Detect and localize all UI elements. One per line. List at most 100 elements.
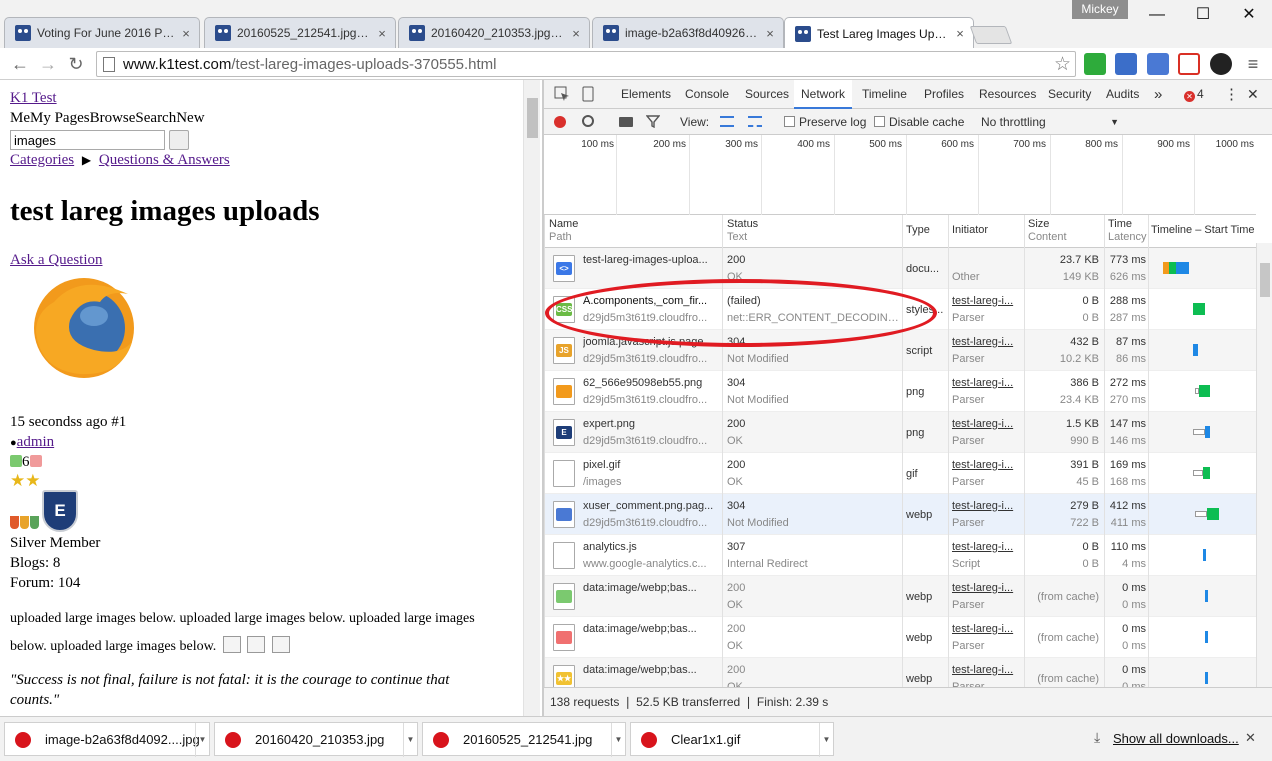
table-row[interactable]: data:image/webp;bas... 200 OK webp test-lare…: [545, 576, 1256, 617]
download-item[interactable]: image-b2a63f8d4092....jpg ▼: [4, 722, 210, 757]
tab-timeline[interactable]: Timeline: [862, 80, 907, 109]
tab-audits[interactable]: Audits: [1106, 80, 1139, 109]
table-row[interactable]: CSS A.components,_com_fir... d29jd5m3t61t9…: [545, 289, 1256, 330]
request-initiator[interactable]: test-lareg-i...: [952, 377, 1022, 389]
download-menu-arrow-icon[interactable]: ▼: [611, 723, 625, 757]
download-menu-arrow-icon[interactable]: ▼: [819, 723, 833, 757]
site-nav[interactable]: MeMy PagesBrowseSearchNew: [10, 110, 205, 127]
maximize-button[interactable]: ☐: [1180, 0, 1226, 30]
error-counter[interactable]: ✕ 4: [1184, 80, 1204, 109]
table-row[interactable]: 62_566e95098eb55.png d29jd5m3t61t9.cloudf…: [545, 371, 1256, 412]
browser-tab-active[interactable]: Test Lareg Images Upload ×: [784, 17, 974, 49]
request-initiator[interactable]: test-lareg-i...: [952, 541, 1022, 553]
request-name[interactable]: joomla.javascript.js.page...: [583, 336, 719, 348]
request-table-scrollbar[interactable]: [1256, 243, 1272, 687]
checkbox[interactable]: [784, 116, 795, 127]
large-rows-icon[interactable]: [720, 116, 734, 127]
author-link[interactable]: admin: [17, 434, 55, 450]
request-initiator[interactable]: test-lareg-i...: [952, 418, 1022, 430]
download-menu-arrow-icon[interactable]: ▼: [195, 723, 209, 757]
request-name[interactable]: pixel.gif: [583, 459, 719, 471]
minimize-button[interactable]: —: [1134, 0, 1180, 30]
request-initiator[interactable]: test-lareg-i...: [952, 623, 1022, 635]
column-size[interactable]: Size Content: [1028, 218, 1067, 244]
table-row[interactable]: JS joomla.javascript.js.page... d29jd5m3t6…: [545, 330, 1256, 371]
tab-console[interactable]: Console: [685, 80, 729, 109]
profile-button[interactable]: Mickey: [1072, 0, 1128, 19]
browser-tab-2[interactable]: 20160525_212541.jpg (900 ×: [204, 17, 396, 48]
preserve-log-checkbox[interactable]: Preserve log: [784, 114, 866, 130]
reload-button[interactable]: ↻: [64, 52, 88, 76]
request-initiator[interactable]: test-lareg-i...: [952, 500, 1022, 512]
clear-icon[interactable]: [582, 115, 594, 127]
gmail-icon[interactable]: [1178, 53, 1200, 75]
tab-close-icon[interactable]: ×: [763, 26, 777, 41]
column-time[interactable]: Time Latency: [1108, 218, 1147, 244]
request-initiator[interactable]: test-lareg-i...: [952, 295, 1022, 307]
request-name[interactable]: A.components,_com_fir...: [583, 295, 719, 307]
show-all-downloads-link[interactable]: Show all downloads...: [1113, 731, 1239, 746]
request-name[interactable]: data:image/webp;bas...: [583, 623, 719, 635]
new-tab-button[interactable]: [969, 26, 1013, 44]
tab-sources[interactable]: Sources: [745, 80, 789, 109]
download-item[interactable]: 20160420_210353.jpg ▼: [214, 722, 418, 757]
inspect-element-icon[interactable]: [554, 80, 570, 109]
url-text[interactable]: www.k1test.com/test-lareg-images-uploads…: [123, 56, 497, 73]
table-row[interactable]: xuser_comment.png.pag... d29jd5m3t61t9.cl…: [545, 494, 1256, 535]
site-link[interactable]: K1 Test: [10, 90, 57, 107]
tab-resources[interactable]: Resources: [979, 80, 1036, 109]
column-type[interactable]: Type: [906, 224, 930, 237]
page-scrollbar-thumb[interactable]: [527, 98, 538, 138]
extension-color-icon[interactable]: [1210, 53, 1232, 75]
forward-button[interactable]: →: [36, 52, 60, 76]
page-scrollbar[interactable]: [523, 80, 540, 716]
request-name[interactable]: expert.png: [583, 418, 719, 430]
address-bar[interactable]: www.k1test.com/test-lareg-images-uploads…: [96, 51, 1076, 77]
download-menu-arrow-icon[interactable]: ▼: [403, 723, 417, 757]
broken-image-icon[interactable]: [222, 636, 241, 653]
download-item[interactable]: 20160525_212541.jpg ▼: [422, 722, 626, 757]
close-window-button[interactable]: ✕: [1226, 0, 1272, 30]
browser-tab-1[interactable]: Voting For June 2016 POTM ×: [4, 17, 200, 48]
broken-image-icon[interactable]: [247, 636, 266, 653]
table-row[interactable]: pixel.gif/images 200 OK gif test-lareg-i... P…: [545, 453, 1256, 494]
download-item[interactable]: Clear1x1.gif ▼: [630, 722, 834, 757]
close-shelf-icon[interactable]: ✕: [1245, 730, 1256, 746]
request-initiator[interactable]: test-lareg-i...: [952, 582, 1022, 594]
extension-screen-icon[interactable]: [1147, 53, 1169, 75]
devtools-close-icon[interactable]: ✕: [1247, 80, 1259, 109]
search-input[interactable]: [10, 130, 165, 150]
filter-icon[interactable]: [645, 114, 661, 130]
request-name[interactable]: analytics.js: [583, 541, 719, 553]
waterfall-view-icon[interactable]: [748, 116, 762, 127]
column-timeline[interactable]: Timeline – Start Time: [1151, 224, 1255, 237]
checkbox[interactable]: [874, 116, 885, 127]
browser-tab-3[interactable]: 20160420_210353.jpg (900 ×: [398, 17, 590, 48]
disable-cache-checkbox[interactable]: Disable cache: [874, 114, 964, 130]
ask-question-link[interactable]: Ask a Question: [10, 252, 103, 269]
search-button[interactable]: [169, 130, 189, 150]
request-initiator[interactable]: test-lareg-i...: [952, 336, 1022, 348]
tab-close-icon[interactable]: ×: [953, 26, 967, 41]
table-row[interactable]: ★★ data:image/webp;bas... 200 OK webp test-la…: [545, 658, 1256, 687]
back-button[interactable]: ←: [8, 52, 32, 76]
table-row[interactable]: <> test-lareg-images-uploa... 200 OK docu...…: [545, 248, 1256, 289]
browser-tab-4[interactable]: image-b2a63f8d409266f05 ×: [592, 17, 784, 48]
request-name[interactable]: test-lareg-images-uploa...: [583, 254, 719, 266]
capture-screenshots-icon[interactable]: [619, 117, 633, 127]
tab-elements[interactable]: Elements: [621, 80, 671, 109]
request-name[interactable]: 62_566e95098eb55.png: [583, 377, 719, 389]
table-row[interactable]: analytics.js www.google-analytics.c... 307…: [545, 535, 1256, 576]
bookmark-star-icon[interactable]: ☆: [1054, 53, 1071, 76]
request-initiator[interactable]: test-lareg-i...: [952, 664, 1022, 676]
thumbs-up-icon[interactable]: [10, 455, 22, 467]
tab-close-icon[interactable]: ×: [375, 26, 389, 41]
breadcrumb-categories[interactable]: Categories: [10, 152, 74, 168]
network-overview[interactable]: 100 ms 200 ms 300 ms 400 ms 500 ms 600 m…: [544, 135, 1256, 215]
tab-profiles[interactable]: Profiles: [924, 80, 964, 109]
breadcrumb-qa[interactable]: Questions & Answers: [99, 152, 230, 168]
tab-close-icon[interactable]: ×: [569, 26, 583, 41]
tab-close-icon[interactable]: ×: [179, 26, 193, 41]
tab-network[interactable]: Network: [794, 80, 853, 109]
scrollbar-thumb[interactable]: [1260, 263, 1270, 297]
